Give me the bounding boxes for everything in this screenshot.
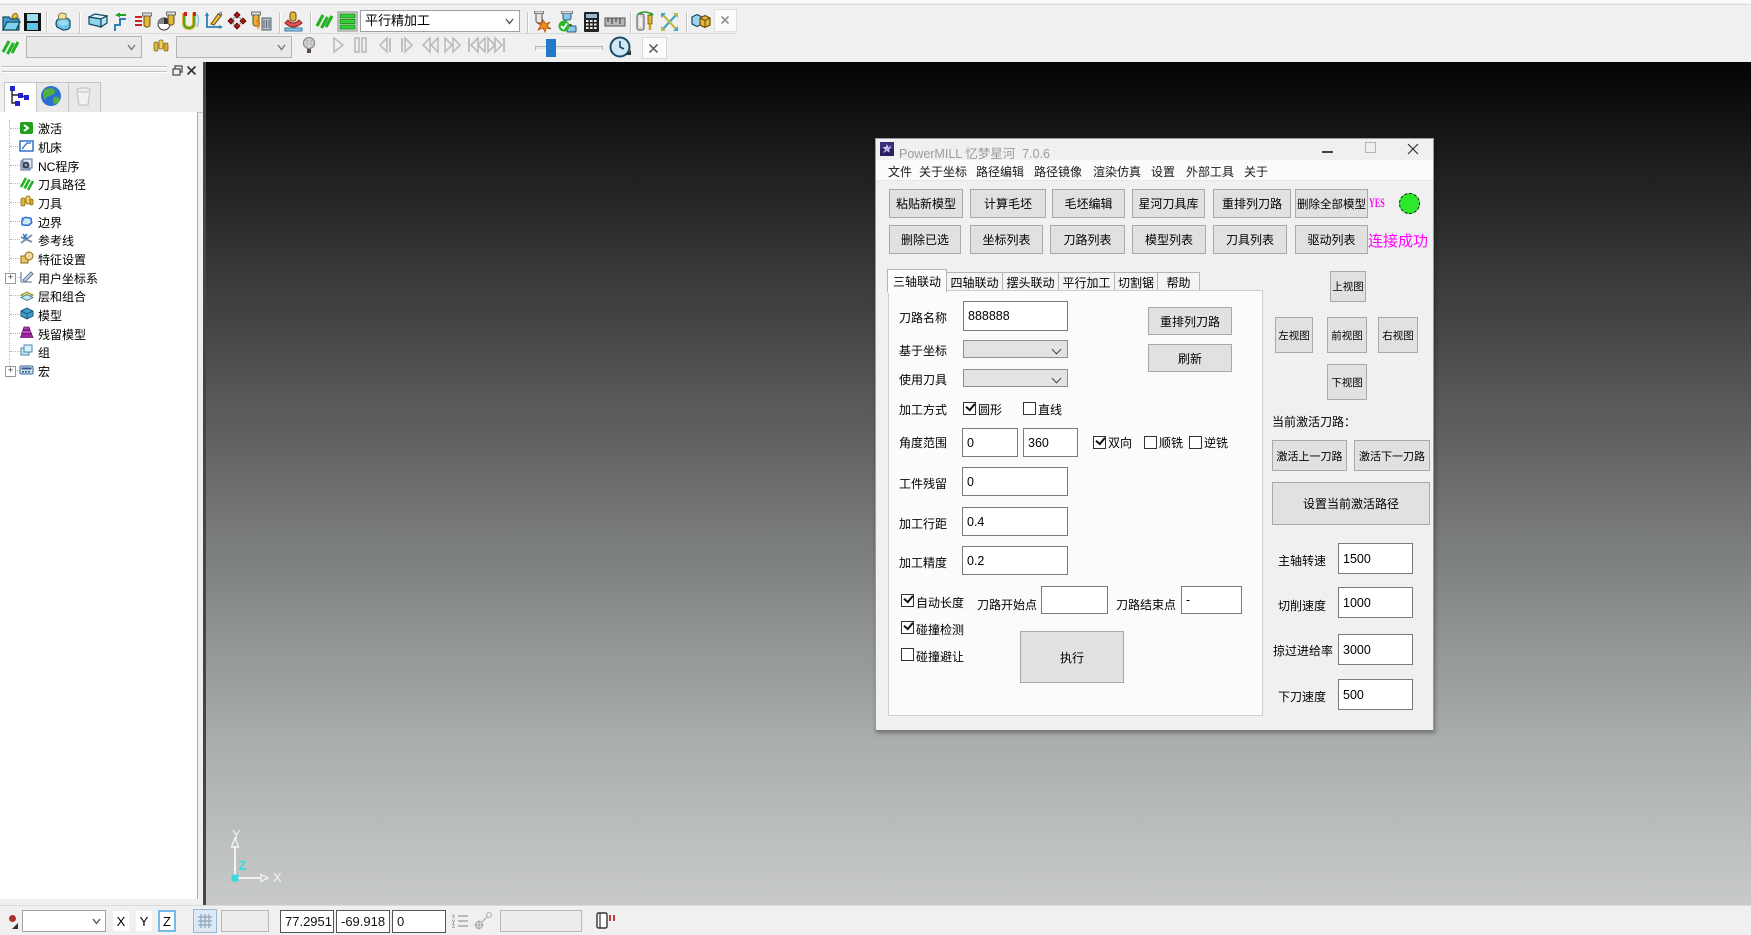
- svg-text:Y: Y: [232, 830, 241, 842]
- svg-text:z: z: [452, 924, 455, 930]
- svg-text:Z: Z: [239, 858, 247, 873]
- svg-text:X: X: [273, 870, 282, 885]
